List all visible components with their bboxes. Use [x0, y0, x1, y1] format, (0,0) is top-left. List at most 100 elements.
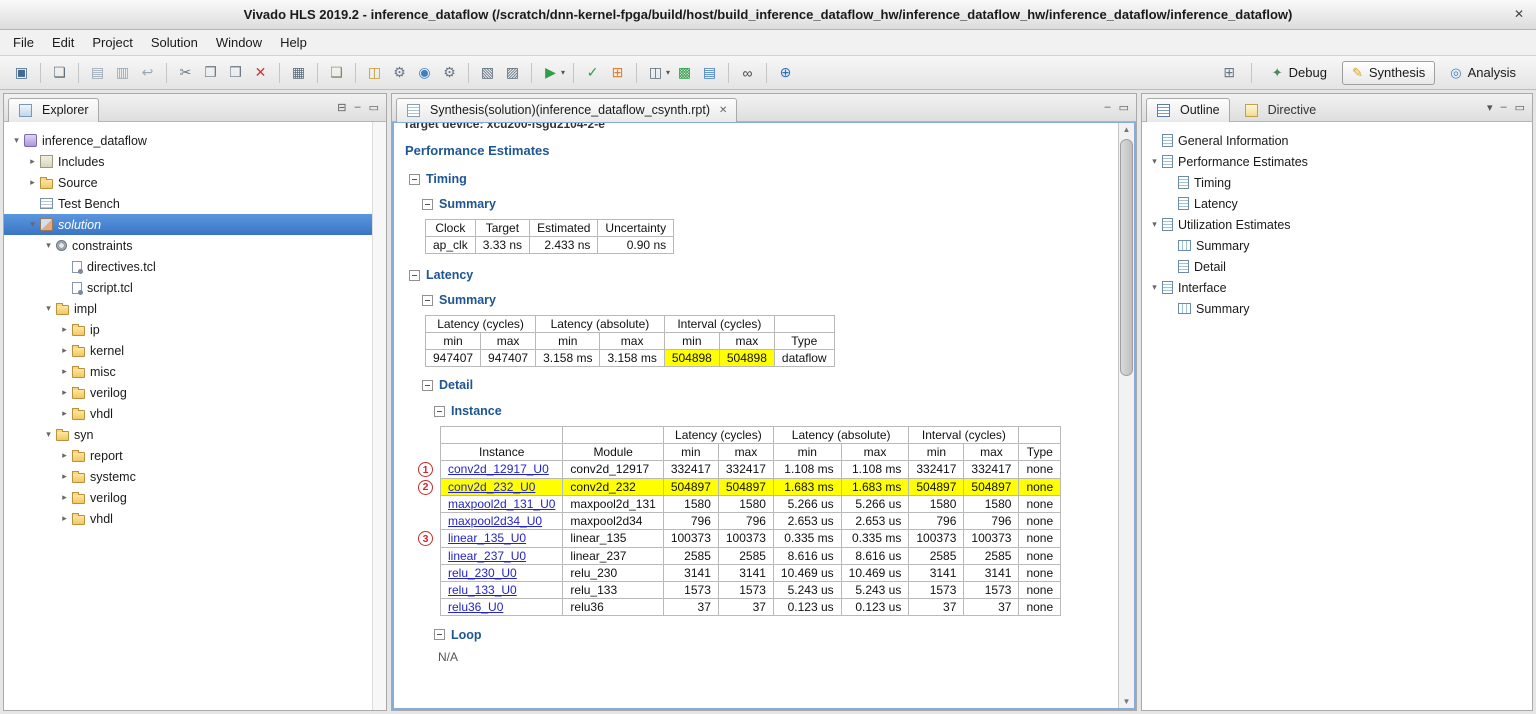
expand-expander-icon[interactable]: ▸: [58, 492, 71, 503]
expand-expander-icon[interactable]: ▸: [26, 156, 39, 167]
scroll-down-icon[interactable]: ▼: [1119, 697, 1134, 706]
instance-link[interactable]: relu_230_U0: [448, 566, 517, 580]
tree-item-vhdl[interactable]: ▸vhdl: [4, 508, 386, 529]
tree-item-summary[interactable]: Summary: [1142, 235, 1532, 256]
tab-directive[interactable]: Directive: [1234, 98, 1327, 122]
perspective-synthesis[interactable]: ✎Synthesis: [1342, 61, 1435, 85]
tree-item-verilog[interactable]: ▸verilog: [4, 487, 386, 508]
tree-item-includes[interactable]: ▸Includes: [4, 151, 386, 172]
run-c-simulation-icon[interactable]: ▶: [539, 61, 562, 84]
save-icon[interactable]: ▤: [86, 61, 109, 84]
collapse-icon[interactable]: [434, 406, 445, 417]
c-synthesis-icon[interactable]: ✓: [581, 61, 604, 84]
window-close-icon[interactable]: ✕: [1514, 7, 1524, 21]
tree-item-verilog[interactable]: ▸verilog: [4, 382, 386, 403]
solution-settings-icon[interactable]: ⚙: [438, 61, 461, 84]
expand-expander-icon[interactable]: ▸: [58, 366, 71, 377]
revert-icon[interactable]: ↩: [136, 61, 159, 84]
delete-icon[interactable]: ✕: [249, 61, 272, 84]
instance-link[interactable]: relu36_U0: [448, 600, 503, 614]
expand-expander-icon[interactable]: ▸: [58, 471, 71, 482]
tree-item-solution[interactable]: ▾solution: [4, 214, 386, 235]
instance-link[interactable]: linear_135_U0: [448, 531, 526, 545]
expand-expander-icon[interactable]: ▸: [58, 324, 71, 335]
index-c-source-icon[interactable]: ❑: [325, 61, 348, 84]
run-c-simulation-icon-dropdown[interactable]: ▾: [561, 68, 565, 77]
explorer-scrollbar[interactable]: [372, 122, 386, 710]
tree-item-misc[interactable]: ▸misc: [4, 361, 386, 382]
collapse-icon[interactable]: [422, 295, 433, 306]
tree-item-source[interactable]: ▸Source: [4, 172, 386, 193]
minimize-icon[interactable]: –: [1104, 101, 1110, 114]
c-code-analysis-icon[interactable]: ▧: [476, 61, 499, 84]
scrollbar-thumb[interactable]: [1120, 139, 1133, 376]
perspective-analysis[interactable]: ◎Analysis: [1440, 61, 1526, 85]
tab-synthesis-report[interactable]: Synthesis(solution)(inference_dataflow_c…: [396, 98, 737, 122]
project-settings-icon[interactable]: ⚙: [388, 61, 411, 84]
minimize-icon[interactable]: –: [354, 101, 360, 114]
instance-link[interactable]: relu_133_U0: [448, 583, 517, 597]
export-rtl-icon[interactable]: ⊞: [606, 61, 629, 84]
expand-expander-icon[interactable]: ▸: [58, 450, 71, 461]
tree-item-interface[interactable]: ▾Interface: [1142, 277, 1532, 298]
paste-icon[interactable]: ❒: [224, 61, 247, 84]
compare-reports-icon-dropdown[interactable]: ▾: [666, 68, 670, 77]
compare-reports-icon[interactable]: ◫: [644, 61, 667, 84]
minimize-icon[interactable]: –: [1500, 101, 1506, 114]
cut-icon[interactable]: ✂: [174, 61, 197, 84]
menu-file[interactable]: File: [4, 32, 43, 53]
tree-item-impl[interactable]: ▾impl: [4, 298, 386, 319]
tree-item-vhdl[interactable]: ▸vhdl: [4, 403, 386, 424]
tree-item-syn[interactable]: ▾syn: [4, 424, 386, 445]
tree-item-constraints[interactable]: ▾constraints: [4, 235, 386, 256]
instance-link[interactable]: linear_237_U0: [448, 549, 526, 563]
collapse-icon[interactable]: [409, 270, 420, 281]
collapse-icon[interactable]: [422, 199, 433, 210]
expand-expander-icon[interactable]: ▸: [58, 387, 71, 398]
collapse-expander-icon[interactable]: ▾: [26, 219, 39, 230]
collapse-all-icon[interactable]: ⊟: [337, 101, 346, 114]
collapse-icon[interactable]: [422, 380, 433, 391]
tree-item-detail[interactable]: Detail: [1142, 256, 1532, 277]
menu-help[interactable]: Help: [271, 32, 316, 53]
open-perspective-icon[interactable]: ⊞: [1218, 61, 1241, 84]
link-with-editor-icon[interactable]: ∞: [736, 61, 759, 84]
tree-item-kernel[interactable]: ▸kernel: [4, 340, 386, 361]
tree-item-inference-dataflow[interactable]: ▾inference_dataflow: [4, 130, 386, 151]
collapse-expander-icon[interactable]: ▾: [1148, 156, 1161, 167]
collapse-expander-icon[interactable]: ▾: [42, 429, 55, 440]
save-all-icon[interactable]: ▥: [111, 61, 134, 84]
tree-item-report[interactable]: ▸report: [4, 445, 386, 466]
new-project-icon[interactable]: ◫: [363, 61, 386, 84]
refactor-icon[interactable]: ▨: [501, 61, 524, 84]
tree-item-directives-tcl[interactable]: directives.tcl: [4, 256, 386, 277]
copy-icon[interactable]: ❐: [199, 61, 222, 84]
tree-item-latency[interactable]: Latency: [1142, 193, 1532, 214]
instance-link[interactable]: conv2d_232_U0: [448, 480, 535, 494]
collapse-expander-icon[interactable]: ▾: [10, 135, 23, 146]
tree-item-test-bench[interactable]: Test Bench: [4, 193, 386, 214]
tree-item-timing[interactable]: Timing: [1142, 172, 1532, 193]
collapse-icon[interactable]: [434, 629, 445, 640]
tab-close-icon[interactable]: ✕: [719, 105, 727, 116]
collapse-expander-icon[interactable]: ▾: [42, 303, 55, 314]
collapse-expander-icon[interactable]: ▾: [1148, 219, 1161, 230]
tree-item-summary[interactable]: Summary: [1142, 298, 1532, 319]
open-report-icon[interactable]: ▩: [673, 61, 696, 84]
maximize-icon[interactable]: ▭: [369, 101, 379, 114]
tab-explorer[interactable]: Explorer: [8, 98, 99, 122]
instance-link[interactable]: maxpool2d34_U0: [448, 514, 542, 528]
view-menu-icon[interactable]: ▾: [1487, 101, 1493, 114]
expand-expander-icon[interactable]: ▸: [58, 513, 71, 524]
collapse-expander-icon[interactable]: ▾: [1148, 282, 1161, 293]
editor-scrollbar[interactable]: ▲ ▼: [1118, 123, 1134, 708]
expand-expander-icon[interactable]: ▸: [26, 177, 39, 188]
menu-project[interactable]: Project: [83, 32, 141, 53]
menu-solution[interactable]: Solution: [142, 32, 207, 53]
collapse-icon[interactable]: [409, 174, 420, 185]
expand-expander-icon[interactable]: ▸: [58, 408, 71, 419]
tree-item-performance-estimates[interactable]: ▾Performance Estimates: [1142, 151, 1532, 172]
tree-item-utilization-estimates[interactable]: ▾Utilization Estimates: [1142, 214, 1532, 235]
tab-outline[interactable]: Outline: [1146, 98, 1230, 122]
tree-item-systemc[interactable]: ▸systemc: [4, 466, 386, 487]
